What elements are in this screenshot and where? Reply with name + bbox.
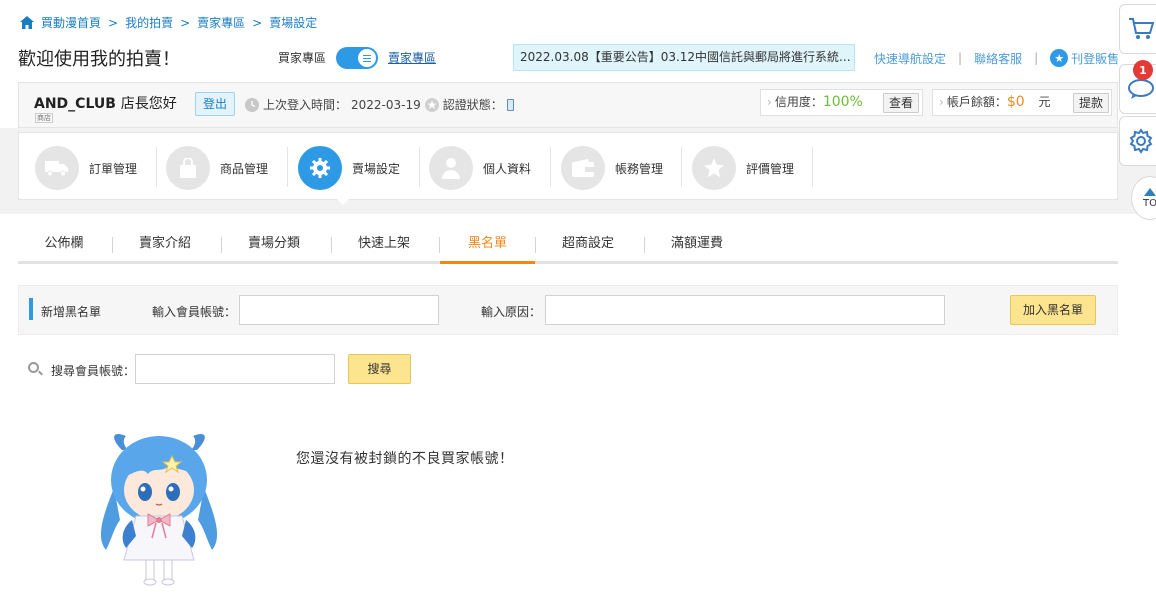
tab-quick-listing[interactable]: 快速上架 (334, 232, 434, 264)
breadcrumb-home[interactable]: 買動漫首頁 (41, 14, 101, 31)
shop-greeting: AND_CLUB 店長您好 (34, 93, 177, 113)
breadcrumb-separator: > (180, 15, 191, 30)
menu-label: 商品管理 (220, 161, 269, 176)
chat-icon (1128, 79, 1154, 99)
add-blacklist-button[interactable]: 加入黑名單 (1010, 295, 1096, 325)
zone-toggle[interactable] (336, 47, 378, 69)
notification-badge: 1 (1133, 60, 1153, 80)
verify-label: 認證狀態： (442, 98, 503, 112)
reason-label: 輸入原因： (481, 305, 542, 319)
menu-item-orders[interactable]: 訂單管理 (35, 146, 137, 190)
post-listing-label: 刊登販售 (1071, 51, 1120, 66)
contact-support-link[interactable]: 聯絡客服 (974, 50, 1022, 67)
tab-seller-intro[interactable]: 賣家介紹 (115, 232, 215, 264)
truck-icon (35, 146, 79, 190)
shop-name: AND_CLUB (34, 96, 116, 112)
gear-icon (298, 146, 342, 190)
search-icon (28, 362, 39, 373)
member-account-input[interactable] (239, 295, 439, 325)
star-icon: ★ (1050, 49, 1069, 67)
cart-icon (1129, 18, 1154, 39)
empty-state-message: 您還沒有被封鎖的不良買家帳號！ (296, 451, 514, 467)
breadcrumb: 買動漫首頁 > 我的拍賣 > 賣家專區 > 賣場設定 (20, 14, 317, 31)
active-menu-caret (335, 197, 351, 205)
login-status: 上次登入時間： 2022-03-19 認證狀態： (245, 96, 514, 113)
search-button[interactable]: 搜尋 (348, 354, 411, 384)
cart-button[interactable] (1119, 4, 1156, 54)
menu-label: 訂單管理 (89, 161, 138, 176)
main-menu: 訂單管理 商品管理 賣場設定 個人資料 帳務管理 評價管理 (18, 132, 1118, 200)
menu-item-shop-settings[interactable]: 賣場設定 (298, 146, 400, 190)
balance-box: › 帳戶餘額：$0 元 提款 (932, 89, 1112, 116)
quick-nav-settings-link[interactable]: 快速導航設定 (874, 50, 946, 67)
menu-item-products[interactable]: 商品管理 (166, 146, 268, 190)
seller-zone-link[interactable]: 賣家專區 (388, 49, 436, 66)
verify-icon (424, 97, 439, 112)
chevron-right-icon: › (939, 95, 944, 109)
breadcrumb-shop-settings[interactable]: 賣場設定 (269, 14, 317, 31)
menu-label: 帳務管理 (615, 161, 664, 176)
menu-label: 個人資料 (483, 161, 532, 176)
add-blacklist-panel: 新增黑名單 輸入會員帳號： 輸入原因： 加入黑名單 (18, 285, 1118, 335)
credit-box: › 信用度：100% 查看 (760, 89, 923, 116)
wallet-icon (561, 146, 605, 190)
tab-bulletin[interactable]: 公佈欄 (18, 232, 110, 264)
breadcrumb-my-auction[interactable]: 我的拍賣 (125, 14, 173, 31)
member-account-label: 輸入會員帳號： (152, 305, 237, 319)
top-links: 快速導航設定 | 聯絡客服 | ★ 刊登販售 (874, 49, 1120, 67)
post-listing-link[interactable]: ★ 刊登販售 (1050, 49, 1119, 67)
breadcrumb-separator: > (252, 15, 263, 30)
page-title: 歡迎使用我的拍賣！ (18, 49, 180, 70)
gear-icon (1129, 128, 1153, 154)
home-icon (20, 16, 34, 29)
mascot-illustration (100, 433, 218, 586)
menu-label: 賣場設定 (352, 161, 401, 176)
panel-accent-bar (29, 298, 33, 320)
menu-item-reviews[interactable]: 評價管理 (692, 146, 794, 190)
greeting-text: 店長您好 (120, 96, 177, 112)
active-tab-indicator (440, 261, 535, 264)
search-member-input[interactable] (135, 354, 335, 384)
balance-unit: 元 (1038, 95, 1051, 109)
account-info-bar: AND_CLUB 店長您好 商店 登出 上次登入時間： 2022-03-19 認… (18, 82, 1118, 128)
shop-tag: 商店 (35, 113, 53, 123)
settings-button[interactable] (1119, 116, 1156, 166)
chevron-right-icon: › (767, 95, 772, 109)
tab-shop-categories[interactable]: 賣場分類 (224, 232, 324, 264)
balance-label: 帳戶餘額： (946, 95, 1007, 109)
balance-value: $0 (1006, 94, 1025, 110)
last-login-value: 2022-03-19 (351, 97, 421, 112)
arrow-up-icon (1144, 187, 1156, 196)
toggle-knob (358, 49, 376, 67)
breadcrumb-separator: > (108, 15, 119, 30)
menu-item-profile[interactable]: 個人資料 (429, 146, 531, 190)
star-icon (692, 146, 736, 190)
tab-free-shipping[interactable]: 滿額運費 (647, 232, 747, 264)
credit-label: 信用度： (774, 95, 823, 109)
tab-convenience-store[interactable]: 超商設定 (538, 232, 638, 264)
breadcrumb-seller-zone[interactable]: 賣家專區 (197, 14, 245, 31)
person-icon (429, 146, 473, 190)
logout-button[interactable]: 登出 (195, 92, 236, 116)
view-credit-button[interactable]: 查看 (883, 93, 920, 113)
withdraw-button[interactable]: 提款 (1073, 93, 1110, 113)
last-login-label: 上次登入時間： (263, 98, 348, 112)
search-label: 搜尋會員帳號： (51, 364, 136, 378)
back-to-top-label: TO (1143, 197, 1156, 209)
tab-blacklist[interactable]: 黑名單 (440, 232, 535, 264)
credit-value: 100% (822, 94, 863, 110)
phone-icon (506, 98, 514, 111)
settings-tabs: 公佈欄 賣家介紹 賣場分類 快速上架 黑名單 超商設定 滿額運費 (18, 232, 1118, 264)
reason-input[interactable] (545, 295, 945, 325)
panel-title: 新增黑名單 (41, 305, 102, 319)
menu-item-accounting[interactable]: 帳務管理 (561, 146, 663, 190)
buyer-zone-link[interactable]: 買家專區 (278, 49, 326, 66)
bag-icon (166, 146, 210, 190)
clock-icon (245, 97, 259, 112)
menu-label: 評價管理 (746, 161, 795, 176)
announcement-banner[interactable]: 2022.03.08【重要公告】03.12中國信託與郵局將進行系統... (513, 44, 855, 71)
